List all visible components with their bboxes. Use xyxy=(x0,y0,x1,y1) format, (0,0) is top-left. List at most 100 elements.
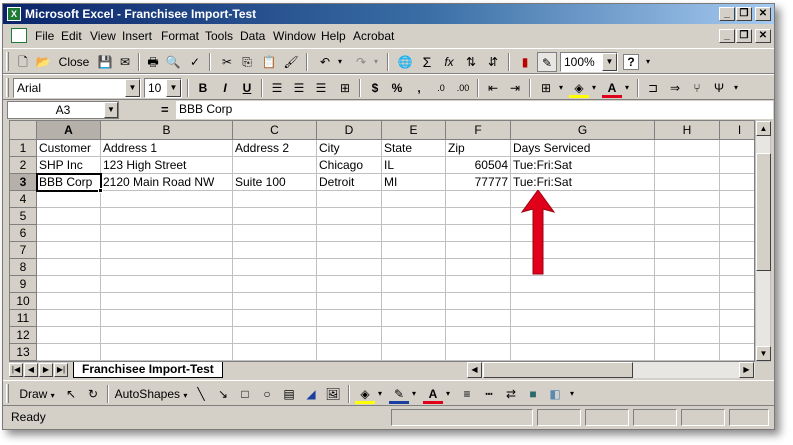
copy-icon[interactable]: ⎘ xyxy=(237,52,257,72)
close-button[interactable]: ✕ xyxy=(755,7,771,21)
menu-edit[interactable]: Edit xyxy=(61,29,82,43)
oval-icon[interactable]: ○ xyxy=(257,384,277,404)
row-header[interactable]: 11 xyxy=(10,310,37,327)
fill-color-dropdown-icon[interactable]: ▾ xyxy=(589,78,599,98)
formula-input[interactable]: BBB Corp xyxy=(176,101,773,119)
cell-g3[interactable]: Tue:Fri:Sat xyxy=(511,174,654,191)
undo-icon[interactable]: ↶ xyxy=(315,52,335,72)
draw-fill-color-icon[interactable]: ◈ xyxy=(355,384,375,404)
drawing-options-icon[interactable]: ▾ xyxy=(567,384,577,404)
cell-b1[interactable]: Address 1 xyxy=(101,140,232,157)
arrow-icon[interactable]: ↘ xyxy=(213,384,233,404)
row-header[interactable]: 5 xyxy=(10,208,37,225)
sheet-tab[interactable]: Franchisee Import-Test xyxy=(73,362,223,378)
column-header-g[interactable]: G xyxy=(511,121,655,140)
line-color-icon[interactable]: ✎ xyxy=(389,384,409,404)
excel-app-icon[interactable]: X xyxy=(7,7,21,21)
doc-restore-button[interactable]: ❐ xyxy=(736,29,752,43)
cell-a2[interactable]: SHP Inc xyxy=(37,157,100,174)
borders-dropdown-icon[interactable]: ▾ xyxy=(556,78,566,98)
scroll-down-icon[interactable]: ▼ xyxy=(756,346,771,361)
drawing-icon[interactable]: ✎ xyxy=(537,52,557,72)
cell-a1[interactable]: Customer xyxy=(37,140,100,157)
3d-icon[interactable]: ◧ xyxy=(545,384,565,404)
decrease-indent-icon[interactable]: ⇤ xyxy=(483,78,503,98)
cell-b2[interactable]: 123 High Street xyxy=(101,157,232,174)
font-color-icon[interactable]: A xyxy=(602,78,622,98)
format-painter-icon[interactable]: 🖌 xyxy=(281,52,301,72)
row-header[interactable]: 7 xyxy=(10,242,37,259)
cell-b3[interactable]: 2120 Main Road NW xyxy=(101,174,232,191)
cell-e3[interactable]: MI xyxy=(382,174,445,191)
font-dropdown-icon[interactable]: ▼ xyxy=(125,79,140,97)
column-header-a[interactable]: A xyxy=(37,121,101,140)
save-icon[interactable]: 💾 xyxy=(95,52,115,72)
sort-descending-icon[interactable]: ⇵ xyxy=(483,52,503,72)
restore-button[interactable]: ❐ xyxy=(736,7,752,21)
draw-fill-dropdown-icon[interactable]: ▾ xyxy=(375,384,385,404)
dash-style-icon[interactable]: ┅ xyxy=(479,384,499,404)
font-select[interactable]: Arial ▼ xyxy=(13,78,141,98)
minimize-button[interactable]: _ xyxy=(719,7,735,21)
decrease-decimal-icon[interactable]: .00 xyxy=(453,78,473,98)
clipart-icon[interactable]: 🖼 xyxy=(323,384,343,404)
row-header[interactable]: 1 xyxy=(10,140,37,157)
hyperlink-icon[interactable]: 🌐 xyxy=(395,52,415,72)
workbook-icon[interactable] xyxy=(11,28,27,43)
spelling-icon[interactable]: ✓ xyxy=(185,52,205,72)
open-icon[interactable]: 📂 xyxy=(33,52,53,72)
merge-center-icon[interactable]: ⊞ xyxy=(335,78,355,98)
help-icon[interactable]: ? xyxy=(623,54,639,70)
font-size-dropdown-icon[interactable]: ▼ xyxy=(166,79,181,97)
shape-tool-icon[interactable]: ⊐ xyxy=(643,78,663,98)
row-header[interactable]: 3 xyxy=(10,174,37,191)
chart-wizard-icon[interactable]: ▮ xyxy=(515,52,535,72)
scroll-left-icon[interactable]: ◀ xyxy=(467,362,482,378)
column-header-d[interactable]: D xyxy=(317,121,382,140)
zoom-select[interactable]: 100% ▼ xyxy=(560,52,618,72)
toolbar-grip[interactable] xyxy=(6,78,9,97)
increase-decimal-icon[interactable]: .0 xyxy=(431,78,451,98)
font-size-select[interactable]: 10 ▼ xyxy=(144,78,182,98)
column-header-e[interactable]: E xyxy=(382,121,446,140)
redo-dropdown-icon[interactable]: ▾ xyxy=(371,52,381,72)
select-all-corner[interactable] xyxy=(10,121,37,140)
formula-equals-label[interactable]: = xyxy=(161,102,169,117)
bold-button[interactable]: B xyxy=(193,78,213,98)
paste-icon[interactable]: 📋 xyxy=(259,52,279,72)
column-header-c[interactable]: C xyxy=(233,121,317,140)
toolbar-options-icon[interactable]: ▾ xyxy=(731,78,741,98)
align-left-icon[interactable]: ☰ xyxy=(267,78,287,98)
next-sheet-icon[interactable]: ▶ xyxy=(39,363,53,377)
cell-f1[interactable]: Zip xyxy=(446,140,510,157)
draw-menu-button[interactable]: Draw ▾ xyxy=(15,384,59,404)
cell-f3[interactable]: 77777 xyxy=(446,174,510,191)
flowchart-tool-icon[interactable]: ⑂ xyxy=(687,78,707,98)
doc-close-button[interactable]: ✕ xyxy=(755,29,771,43)
prev-sheet-icon[interactable]: ◀ xyxy=(24,363,38,377)
select-objects-icon[interactable]: ↖ xyxy=(61,384,81,404)
row-header[interactable]: 13 xyxy=(10,344,37,361)
comma-button[interactable]: , xyxy=(409,78,429,98)
textbox-icon[interactable]: ▤ xyxy=(279,384,299,404)
cell-d3[interactable]: Detroit xyxy=(317,174,381,191)
currency-button[interactable]: $ xyxy=(365,78,385,98)
line-icon[interactable]: ╲ xyxy=(191,384,211,404)
first-sheet-icon[interactable]: |◀ xyxy=(9,363,23,377)
close-file-button[interactable]: Close xyxy=(55,52,93,72)
toolbar-grip[interactable] xyxy=(6,384,9,403)
row-header[interactable]: 9 xyxy=(10,276,37,293)
menu-help[interactable]: Help xyxy=(321,29,346,43)
print-icon[interactable]: 🖶 xyxy=(143,52,163,72)
connector-tool-icon[interactable]: ⇒ xyxy=(665,78,685,98)
redo-icon[interactable]: ↷ xyxy=(351,52,371,72)
cell-d2[interactable]: Chicago xyxy=(317,157,381,174)
sort-ascending-icon[interactable]: ⇅ xyxy=(461,52,481,72)
worksheet-grid[interactable]: A B C D E F G H I 1 2 3 4 5 6 7 8 9 10 1… xyxy=(9,120,755,362)
row-header[interactable]: 6 xyxy=(10,225,37,242)
tree-tool-icon[interactable]: Ψ xyxy=(709,78,729,98)
cell-c3[interactable]: Suite 100 xyxy=(233,174,316,191)
menu-data[interactable]: Data xyxy=(240,29,265,43)
draw-font-color-dropdown-icon[interactable]: ▾ xyxy=(443,384,453,404)
fill-color-icon[interactable]: ◈ xyxy=(569,78,589,98)
